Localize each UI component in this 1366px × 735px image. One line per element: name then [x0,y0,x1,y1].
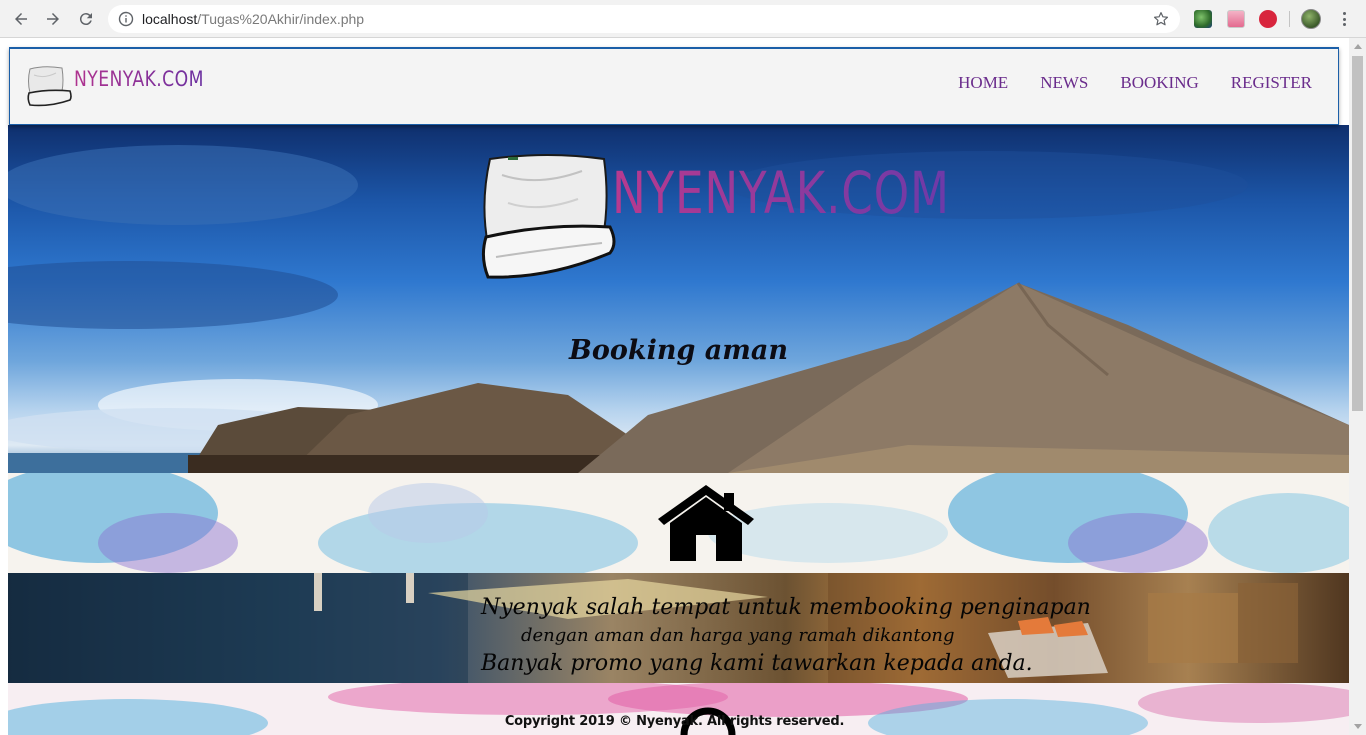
toolbar-divider [1289,11,1290,27]
browser-toolbar: localhost/Tugas%20Akhir/index.php [0,0,1366,38]
promo-line-2: dengan aman dan harga yang ramah dikanto… [521,625,955,646]
forward-icon[interactable] [41,7,65,31]
pillow-logo-icon[interactable] [24,63,74,109]
page-scrollbar[interactable] [1349,38,1366,735]
scroll-down-icon[interactable] [1354,724,1362,729]
extension-icon[interactable] [1227,10,1245,28]
site-header: NYENYAK.COM HOME NEWS BOOKING REGISTER [9,47,1339,125]
url-text: localhost/Tugas%20Akhir/index.php [142,11,365,27]
home-icon [658,485,754,561]
nav-news[interactable]: NEWS [1040,73,1088,93]
reload-icon[interactable] [74,7,98,31]
home-section [8,473,1349,573]
hero-logo-text: NYENYAK.COM [612,159,950,227]
info-icon[interactable] [118,11,134,27]
hero-banner: NYENYAK.COM Booking aman [8,125,1349,473]
scroll-up-icon[interactable] [1354,44,1362,49]
address-bar[interactable]: localhost/Tugas%20Akhir/index.php [108,5,1180,33]
promo-line-3: Banyak promo yang kami tawarkan kepada a… [481,651,1033,676]
promo-line-1: Nyenyak salah tempat untuk membooking pe… [481,595,1091,620]
bookmark-star-icon[interactable] [1152,10,1170,28]
profile-avatar[interactable] [1301,9,1321,29]
footer-copyright: Copyright 2019 © Nyenyak. All rights res… [504,714,845,729]
extension-icon[interactable] [1259,10,1277,28]
scrollbar-thumb[interactable] [1352,56,1363,411]
main-nav: HOME NEWS BOOKING REGISTER [958,73,1312,93]
promo-section: Nyenyak salah tempat untuk membooking pe… [8,573,1349,683]
back-icon[interactable] [9,7,33,31]
pillow-logo-icon [481,154,616,279]
extension-icon[interactable] [1194,10,1212,28]
site-logo-text[interactable]: NYENYAK.COM [74,67,204,91]
menu-kebab-icon[interactable] [1336,10,1352,28]
page-viewport: NYENYAK.COM HOME NEWS BOOKING REGISTER N… [0,38,1366,735]
nav-home[interactable]: HOME [958,73,1008,93]
nav-register[interactable]: REGISTER [1231,73,1312,93]
nav-booking[interactable]: BOOKING [1120,73,1198,93]
hero-tagline: Booking aman [569,335,788,366]
